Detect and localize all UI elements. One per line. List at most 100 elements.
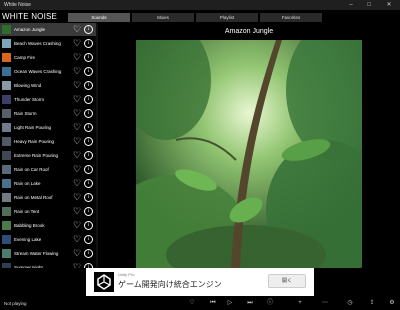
info-icon[interactable]: i: [84, 25, 93, 34]
sound-list-item[interactable]: Blowing Wind ♡ i: [0, 79, 98, 92]
sound-list-item[interactable]: Rain on Tent ♡ i: [0, 205, 98, 218]
now-playing-label: Not playing: [4, 301, 27, 306]
favorite-heart-icon[interactable]: ♡: [73, 206, 81, 217]
sound-label: Amazon Jungle: [14, 27, 46, 32]
sound-thumbnail: [2, 193, 11, 202]
favorite-heart-icon[interactable]: ♡: [73, 66, 81, 77]
favorite-heart-icon[interactable]: ♡: [73, 192, 81, 203]
favorite-heart-icon[interactable]: ♡: [73, 150, 81, 161]
sound-label: Rain on Car Roof: [14, 167, 49, 172]
sound-list-item[interactable]: Rain on Car Roof ♡ i: [0, 163, 98, 176]
unity-logo: [94, 272, 114, 292]
favorite-heart-icon[interactable]: ♡: [73, 220, 81, 231]
tab-mixes[interactable]: Mixes: [132, 13, 194, 22]
sound-label: Heavy Rain Pouring: [14, 139, 55, 144]
sound-list-item[interactable]: Light Rain Pouring ♡ i: [0, 121, 98, 134]
sound-label: Stream Water Flowing: [14, 251, 59, 256]
tab-sounds[interactable]: Sounds: [68, 13, 130, 22]
sound-list-item[interactable]: Heavy Rain Pouring ♡ i: [0, 135, 98, 148]
sound-thumbnail: [2, 67, 11, 76]
play-icon[interactable]: ▷: [225, 299, 235, 308]
sound-label: Summer Night: [14, 265, 43, 268]
timer-icon[interactable]: ◷: [345, 299, 355, 308]
sound-list-item[interactable]: Evening Lake ♡ i: [0, 233, 98, 246]
favorite-heart-icon[interactable]: ♡: [73, 52, 81, 63]
sound-artwork: [136, 40, 362, 268]
sound-list-item[interactable]: Amazon Jungle ♡ i: [0, 23, 98, 36]
favorite-heart-icon[interactable]: ♡: [73, 248, 81, 259]
favorite-heart-icon[interactable]: ♡: [73, 108, 81, 119]
sound-thumbnail: [2, 235, 11, 244]
ad-open-button[interactable]: 開く: [268, 274, 306, 288]
sound-title: Amazon Jungle: [224, 28, 274, 35]
sound-list-scrollbar[interactable]: [96, 23, 98, 268]
info-icon[interactable]: ⓘ: [265, 299, 275, 308]
info-icon[interactable]: i: [84, 67, 93, 76]
favorite-heart-icon[interactable]: ♡: [73, 38, 81, 49]
sound-list-item[interactable]: Stream Water Flowing ♡ i: [0, 247, 98, 260]
info-icon[interactable]: i: [84, 95, 93, 104]
next-icon[interactable]: ⏭: [245, 299, 255, 308]
info-icon[interactable]: i: [84, 165, 93, 174]
maximize-icon[interactable]: □: [362, 0, 376, 10]
sound-list-item[interactable]: Rain Storm ♡ i: [0, 107, 98, 120]
sound-label: Extreme Rain Pouring: [14, 153, 59, 158]
minimize-icon[interactable]: –: [344, 0, 358, 10]
share-icon[interactable]: ⇪: [367, 299, 377, 308]
window-titlebar: White Noise – □ ✕: [0, 0, 400, 10]
sound-thumbnail: [2, 165, 11, 174]
info-icon[interactable]: i: [84, 53, 93, 62]
tab-playlist[interactable]: Playlist: [196, 13, 258, 22]
info-icon[interactable]: i: [84, 179, 93, 188]
info-icon[interactable]: i: [84, 137, 93, 146]
info-icon[interactable]: i: [84, 81, 93, 90]
sound-label: Rain on Metal Roof: [14, 195, 53, 200]
info-icon[interactable]: i: [84, 221, 93, 230]
settings-icon[interactable]: ⚙: [387, 299, 397, 308]
info-icon[interactable]: i: [84, 39, 93, 48]
sound-thumbnail: [2, 221, 11, 230]
info-icon[interactable]: i: [84, 207, 93, 216]
info-icon[interactable]: i: [84, 123, 93, 132]
sound-thumbnail: [2, 207, 11, 216]
sound-list-item[interactable]: Beach Waves Crashing ♡ i: [0, 37, 98, 50]
close-icon[interactable]: ✕: [382, 0, 396, 10]
tab-favorites[interactable]: Favorites: [260, 13, 322, 22]
app-title: WHITE NOISE: [2, 12, 58, 21]
favorite-heart-icon[interactable]: ♡: [73, 136, 81, 147]
info-icon[interactable]: i: [84, 109, 93, 118]
info-icon[interactable]: i: [84, 235, 93, 244]
sound-thumbnail: [2, 81, 11, 90]
sound-thumbnail: [2, 137, 11, 146]
favorite-heart-icon[interactable]: ♡: [73, 234, 81, 245]
sound-list-item[interactable]: Babbling Brook ♡ i: [0, 219, 98, 232]
favorite-heart-icon[interactable]: ♡: [73, 164, 81, 175]
sound-list-item[interactable]: Ocean Waves Crashing ♡ i: [0, 65, 98, 78]
info-icon[interactable]: i: [84, 249, 93, 258]
sound-label: Evening Lake: [14, 237, 42, 242]
previous-icon[interactable]: ⏮: [208, 299, 218, 308]
favorite-heart-icon[interactable]: ♡: [73, 24, 81, 35]
add-icon[interactable]: +: [295, 299, 305, 308]
favorite-heart-icon[interactable]: ♡: [73, 122, 81, 133]
info-icon[interactable]: i: [84, 151, 93, 160]
favorite-icon[interactable]: ♡: [187, 299, 197, 308]
sound-list-item[interactable]: Rain on Metal Roof ♡ i: [0, 191, 98, 204]
sound-list-item[interactable]: Thunder Storm ♡ i: [0, 93, 98, 106]
favorite-heart-icon[interactable]: ♡: [73, 178, 81, 189]
sound-list-item[interactable]: Summer Night ♡ i: [0, 261, 98, 268]
window-title: White Noise: [4, 2, 31, 8]
favorite-heart-icon[interactable]: ♡: [73, 94, 81, 105]
sound-list-item[interactable]: Camp Fire ♡ i: [0, 51, 98, 64]
sound-label: Babbling Brook: [14, 223, 45, 228]
info-icon[interactable]: i: [84, 193, 93, 202]
sound-thumbnail: [2, 249, 11, 258]
more-icon[interactable]: ⋯: [320, 299, 330, 308]
sound-label: Thunder Storm: [14, 97, 45, 102]
sound-label: Blowing Wind: [14, 83, 42, 88]
sound-label: Ocean Waves Crashing: [14, 69, 62, 74]
favorite-heart-icon[interactable]: ♡: [73, 80, 81, 91]
sound-list-item[interactable]: Extreme Rain Pouring ♡ i: [0, 149, 98, 162]
favorite-heart-icon[interactable]: ♡: [73, 262, 81, 268]
sound-list-item[interactable]: Rain on Lake ♡ i: [0, 177, 98, 190]
